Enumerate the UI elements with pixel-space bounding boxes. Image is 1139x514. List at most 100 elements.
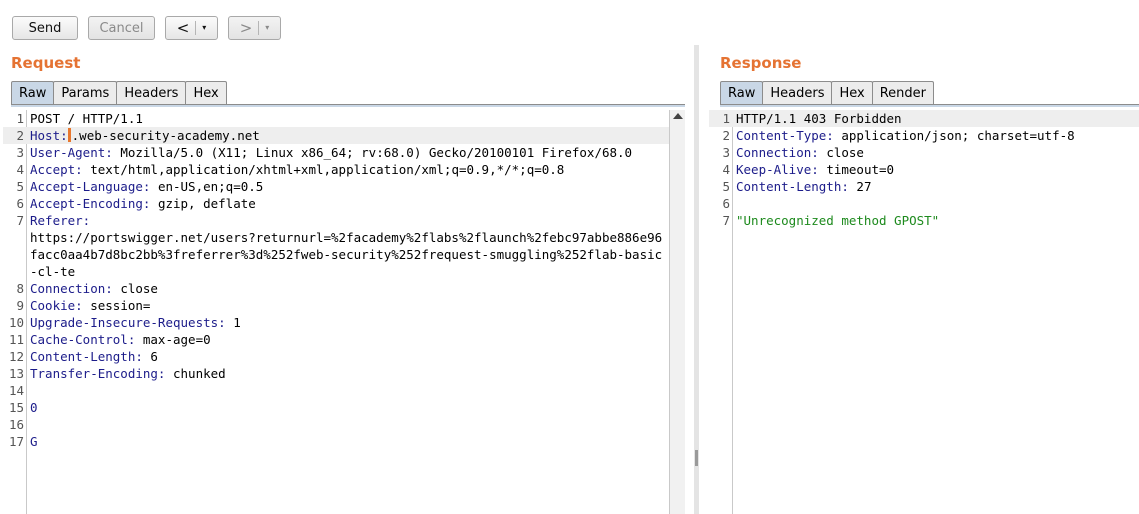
scroll-up-arrow-icon[interactable] bbox=[673, 113, 683, 119]
line-number: 10 bbox=[8, 315, 24, 330]
code-line: 16 bbox=[3, 416, 669, 433]
line-content: Cookie: session= bbox=[30, 297, 669, 314]
response-tab-headers[interactable]: Headers bbox=[762, 81, 833, 104]
line-content: Accept-Language: en-US,en;q=0.5 bbox=[30, 178, 669, 195]
request-scrollbar[interactable] bbox=[669, 110, 685, 514]
line-number: 15 bbox=[8, 400, 24, 415]
header-name: Connection: bbox=[30, 281, 113, 296]
code-line: 9 Cookie: session= bbox=[3, 297, 669, 314]
code-line: 5 Content-Length: 27 bbox=[709, 178, 1139, 195]
header-name: Accept: bbox=[30, 162, 83, 177]
line-content: 0 bbox=[30, 399, 669, 416]
line-content: Content-Length: 6 bbox=[30, 348, 669, 365]
line-value: chunked bbox=[165, 366, 226, 381]
line-number: 13 bbox=[8, 366, 24, 381]
header-name: Keep-Alive: bbox=[736, 162, 819, 177]
line-number: 5 bbox=[722, 179, 730, 194]
line-content: Content-Type: application/json; charset=… bbox=[736, 127, 1139, 144]
line-value: .web-security-academy.net bbox=[71, 128, 260, 143]
response-lines: 1 HTTP/1.1 403 Forbidden 2 Content-Type: ap… bbox=[709, 110, 1139, 229]
line-content: Keep-Alive: timeout=0 bbox=[736, 161, 1139, 178]
response-tab-render[interactable]: Render bbox=[871, 81, 934, 104]
line-content: Upgrade-Insecure-Requests: 1 bbox=[30, 314, 669, 331]
back-history-button[interactable]: < ▾ bbox=[165, 16, 218, 40]
line-number: 6 bbox=[16, 196, 24, 211]
cancel-button[interactable]: Cancel bbox=[88, 16, 155, 40]
code-line: 1 HTTP/1.1 403 Forbidden bbox=[709, 110, 1139, 127]
pane-splitter[interactable] bbox=[694, 45, 699, 514]
response-tab-underline bbox=[720, 104, 1139, 107]
line-number: 6 bbox=[722, 196, 730, 211]
line-value: text/html,application/xhtml+xml,applicat… bbox=[82, 162, 565, 177]
code-line: 2 Host: .web-security-academy.net bbox=[3, 127, 669, 144]
code-line: 12 Content-Length: 6 bbox=[3, 348, 669, 365]
request-tab-headers[interactable]: Headers bbox=[116, 81, 187, 104]
request-title: Request bbox=[11, 54, 81, 72]
line-number: 1 bbox=[16, 111, 24, 126]
line-number: 14 bbox=[8, 383, 24, 398]
request-editor[interactable]: 1 POST / HTTP/1.1 2 Host: .web-security-acad… bbox=[3, 110, 669, 514]
line-content: Host: .web-security-academy.net bbox=[30, 127, 669, 144]
button-separator bbox=[258, 21, 260, 35]
code-line: 7 Referer: https://portswigger.net/users?… bbox=[3, 212, 669, 280]
header-name: Accept-Encoding: bbox=[30, 196, 151, 211]
chevron-down-icon[interactable]: ▾ bbox=[265, 24, 269, 32]
button-separator bbox=[195, 21, 197, 35]
line-number: 2 bbox=[16, 128, 24, 143]
line-content: Content-Length: 27 bbox=[736, 178, 1139, 195]
response-title: Response bbox=[720, 54, 802, 72]
line-value: 0 bbox=[30, 400, 38, 415]
send-button[interactable]: Send bbox=[12, 16, 78, 40]
line-content: "Unrecognized method GPOST" bbox=[736, 212, 1139, 229]
forward-history-button[interactable]: > ▾ bbox=[228, 16, 281, 40]
request-tab-raw[interactable]: Raw bbox=[11, 81, 55, 104]
response-tab-hex[interactable]: Hex bbox=[831, 81, 873, 104]
header-name: User-Agent: bbox=[30, 145, 113, 160]
line-number: 5 bbox=[16, 179, 24, 194]
line-number: 8 bbox=[16, 281, 24, 296]
request-tab-params[interactable]: Params bbox=[53, 81, 118, 104]
code-line: 7 "Unrecognized method GPOST" bbox=[709, 212, 1139, 229]
chevron-down-icon[interactable]: ▾ bbox=[202, 24, 206, 32]
code-line: 6 bbox=[709, 195, 1139, 212]
code-line: 17 G bbox=[3, 433, 669, 450]
splitter-grip-icon[interactable] bbox=[695, 450, 698, 466]
code-line: 5 Accept-Language: en-US,en;q=0.5 bbox=[3, 178, 669, 195]
code-line: 13 Transfer-Encoding: chunked bbox=[3, 365, 669, 382]
header-name: Content-Length: bbox=[736, 179, 849, 194]
line-content: POST / HTTP/1.1 bbox=[30, 110, 669, 127]
header-name: Upgrade-Insecure-Requests: bbox=[30, 315, 226, 330]
line-content: Accept: text/html,application/xhtml+xml,… bbox=[30, 161, 669, 178]
line-value: G bbox=[30, 434, 38, 449]
line-content: Transfer-Encoding: chunked bbox=[30, 365, 669, 382]
line-value: 27 bbox=[848, 179, 872, 194]
line-number: 9 bbox=[16, 298, 24, 313]
header-name: Referer: bbox=[30, 213, 91, 228]
code-line: 11 Cache-Control: max-age=0 bbox=[3, 331, 669, 348]
line-value: timeout=0 bbox=[818, 162, 895, 177]
header-name: Connection: bbox=[736, 145, 819, 160]
line-number: 12 bbox=[8, 349, 24, 364]
line-number: 3 bbox=[722, 145, 730, 160]
line-value: application/json; charset=utf-8 bbox=[833, 128, 1075, 143]
response-tab-raw[interactable]: Raw bbox=[720, 81, 764, 104]
code-line: 4 Keep-Alive: timeout=0 bbox=[709, 161, 1139, 178]
header-name: Host: bbox=[30, 128, 68, 143]
line-number: 17 bbox=[8, 434, 24, 449]
line-number: 7 bbox=[16, 213, 24, 228]
request-tabs: Raw Params Headers Hex bbox=[11, 81, 227, 104]
line-content: Referer: https://portswigger.net/users?r… bbox=[30, 212, 669, 280]
line-number: 7 bbox=[722, 213, 730, 228]
line-content: Connection: close bbox=[736, 144, 1139, 161]
line-number: 11 bbox=[8, 332, 24, 347]
line-value: "Unrecognized method GPOST" bbox=[736, 213, 940, 228]
code-line: 15 0 bbox=[3, 399, 669, 416]
response-editor[interactable]: 1 HTTP/1.1 403 Forbidden 2 Content-Type: ap… bbox=[709, 110, 1139, 514]
text-cursor bbox=[67, 128, 71, 142]
code-line: 8 Connection: close bbox=[3, 280, 669, 297]
line-number: 2 bbox=[722, 128, 730, 143]
line-value: HTTP/1.1 403 Forbidden bbox=[736, 111, 902, 126]
request-tab-hex[interactable]: Hex bbox=[185, 81, 227, 104]
line-value: Mozilla/5.0 (X11; Linux x86_64; rv:68.0)… bbox=[112, 145, 633, 160]
line-number: 1 bbox=[722, 111, 730, 126]
